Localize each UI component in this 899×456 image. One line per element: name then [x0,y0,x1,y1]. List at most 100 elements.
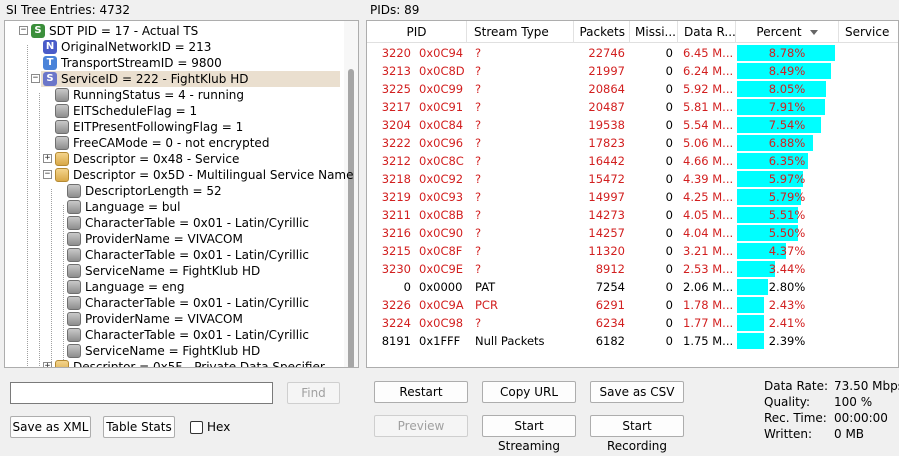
pid-cell: 3216 [381,226,411,240]
collapse-icon[interactable]: − [43,170,52,179]
pid-table-row[interactable]: 0 0x0000 PAT 7254 0 2.06 M... 2.80% [367,278,898,296]
stream-type-cell: ? [475,172,482,186]
stream-type-cell: ? [475,118,482,132]
save-as-xml-button[interactable]: Save as XML [10,416,91,438]
pid-cell: 3211 [381,208,411,222]
pid-hex-cell: 0x0C99 [419,82,464,96]
hex-checkbox[interactable] [190,421,203,434]
pid-cell: 3219 [381,190,411,204]
percent-cell: 3.44% [768,262,806,276]
pid-cell: 3225 [381,82,411,96]
data-rate-cell: 2.06 M... [683,280,734,294]
stream-type-cell: PAT [475,280,496,294]
pid-cell: 3212 [381,154,411,168]
data-rate-cell: 6.45 M... [683,46,734,60]
pid-table: PID Stream Type Packets Missi... Data R.… [366,20,899,368]
pid-table-row[interactable]: 3220 0x0C94? 22746 0 6.45 M... 8.78% [367,44,898,62]
data-rate-cell: 2.53 M... [683,262,734,276]
tree-scrollbar-thumb[interactable] [348,69,354,367]
data-rate-cell: 5.54 M... [683,118,734,132]
pid-table-row[interactable]: 3211 0x0C8B? 14273 0 4.05 M... 5.51% [367,206,898,224]
tree-node-label: DescriptorLength = 52 [85,184,222,198]
si-tree[interactable]: − S SDT PID = 17 - Actual TS N OriginalNetwo… [4,20,359,368]
tree-node-label: Language = bul [85,200,181,214]
pid-table-row[interactable]: 3222 0x0C96? 17823 0 5.06 M... 6.88% [367,134,898,152]
tree-node-label: ProviderName = VIVACOM [85,312,243,326]
pid-table-row[interactable]: 3217 0x0C91? 20487 0 5.81 M... 7.91% [367,98,898,116]
missing-cell: 0 [665,226,673,240]
pid-table-row[interactable]: 3224 0x0C98? 6234 0 1.77 M... 2.41% [367,314,898,332]
pid-table-row[interactable]: 3219 0x0C93? 14997 0 4.25 M... 5.79% [367,188,898,206]
tree-scrollbar[interactable] [344,21,358,367]
tree-node-label: EITScheduleFlag = 1 [73,104,198,118]
pid-table-row[interactable]: 8191 0x1FFF Null Packets 6182 0 1.75 M... 2.39… [367,332,898,350]
pid-table-row[interactable]: 3225 0x0C99? 20864 0 5.92 M... 8.05% [367,80,898,98]
property-leaf-icon [67,344,81,358]
column-header-missing[interactable]: Missi... [630,21,678,43]
packets-cell: 16442 [588,154,625,168]
property-leaf-icon [67,312,81,326]
restart-button[interactable]: Restart [374,381,468,403]
table-stats-button[interactable]: Table Stats [103,416,175,438]
percent-cell: 8.78% [768,46,806,60]
pid-cell: 0 [403,280,411,294]
pid-hex-cell: 0x0C8B [419,208,464,222]
pid-hex-cell: 0x0C92 [419,172,464,186]
column-header-pid[interactable]: PID [367,21,467,43]
sort-descending-icon [809,30,818,35]
collapse-icon[interactable]: − [31,74,40,83]
start-recording-button[interactable]: Start Recording [590,415,684,453]
packets-cell: 6182 [595,334,625,348]
stream-type-cell: ? [475,244,482,258]
pid-hex-cell: 0x0C94 [419,46,464,60]
tree-node[interactable]: − S ServiceID = 222 - FightKlub HD [31,71,340,87]
find-button[interactable]: Find [287,382,340,404]
property-leaf-icon [67,328,81,342]
service-id-s-icon: S [43,72,57,86]
data-rate-value: 73.50 Mbps [834,379,899,393]
pid-table-row[interactable]: 3213 0x0C8D? 21997 0 6.24 M... 8.49% [367,62,898,80]
pid-table-row[interactable]: 3218 0x0C92? 15472 0 4.39 M... 5.97% [367,170,898,188]
pid-table-row[interactable]: 3216 0x0C90? 14257 0 4.04 M... 5.50% [367,224,898,242]
column-header-percent[interactable]: Percent [736,21,839,43]
tree-node-label: CharacterTable = 0x01 - Latin/Cyrillic [85,216,309,230]
missing-cell: 0 [665,136,673,150]
column-header-stream-type[interactable]: Stream Type [467,21,574,43]
preview-button[interactable]: Preview [374,415,468,437]
pid-table-row[interactable]: 3215 0x0C8F? 11320 0 3.21 M... 4.37% [367,242,898,260]
expand-icon[interactable]: + [43,362,52,367]
tree-node-label: Language = eng [85,280,185,294]
stream-type-cell: ? [475,136,482,150]
property-leaf-icon [67,200,81,214]
tree-guide-line [27,45,28,366]
rec-time-label: Rec. Time: [764,411,827,425]
missing-cell: 0 [665,154,673,168]
column-header-data-rate[interactable]: Data R... [678,21,736,43]
missing-cell: 0 [665,208,673,222]
missing-cell: 0 [665,172,673,186]
data-rate-cell: 4.39 M... [683,172,734,186]
pid-cell: 8191 [381,334,411,348]
pid-table-row[interactable]: 3212 0x0C8C? 16442 0 4.66 M... 6.35% [367,152,898,170]
missing-cell: 0 [665,64,673,78]
column-header-packets[interactable]: Packets [574,21,630,43]
packets-cell: 6234 [595,316,625,330]
pid-table-row[interactable]: 3230 0x0C9E? 8912 0 2.53 M... 3.44% [367,260,898,278]
written-value: 0 MB [834,427,865,441]
missing-cell: 0 [665,334,673,348]
pid-table-row[interactable]: 3226 0x0C9A PCR 6291 0 1.78 M... 2.43% [367,296,898,314]
expand-icon[interactable]: + [43,154,52,163]
data-rate-cell: 1.75 M... [683,334,734,348]
pid-table-row[interactable]: 3204 0x0C84? 19538 0 5.54 M... 7.54% [367,116,898,134]
save-as-csv-button[interactable]: Save as CSV [590,381,684,403]
column-header-service[interactable]: Service [839,21,898,43]
percent-cell: 5.79% [768,190,806,204]
percent-cell: 7.54% [768,118,806,132]
tree-search-input[interactable] [10,382,273,404]
pid-cell: 3222 [381,136,411,150]
missing-cell: 0 [665,118,673,132]
collapse-icon[interactable]: − [19,26,28,35]
percent-cell: 8.05% [768,82,806,96]
copy-url-button[interactable]: Copy URL [482,381,576,403]
start-streaming-button[interactable]: Start Streaming [482,415,576,453]
